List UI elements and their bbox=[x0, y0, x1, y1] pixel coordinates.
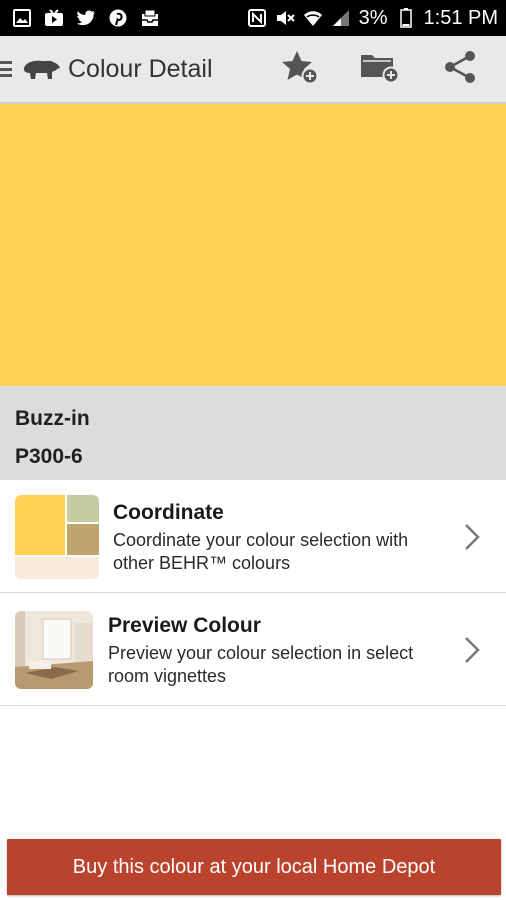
coordinate-text: Coordinate Coordinate your colour select… bbox=[113, 499, 453, 575]
colour-code: P300-6 bbox=[15, 445, 83, 468]
colour-swatch bbox=[0, 104, 506, 386]
add-favourite-icon bbox=[281, 49, 319, 90]
wifi-icon bbox=[303, 8, 323, 28]
coordinate-swatch-main bbox=[15, 494, 65, 555]
add-folder-icon bbox=[360, 51, 400, 88]
preview-colour-title: Preview Colour bbox=[108, 613, 261, 637]
gallery-icon bbox=[12, 8, 32, 28]
page-title: Colour Detail bbox=[68, 54, 213, 83]
app-bar: Colour Detail bbox=[0, 36, 506, 104]
add-favourite-button[interactable] bbox=[274, 43, 326, 95]
coordinate-swatch-4 bbox=[15, 556, 99, 579]
room-vignette-thumbnail bbox=[15, 610, 93, 689]
battery-percent: 3% bbox=[358, 6, 388, 29]
app-bar-actions bbox=[274, 43, 506, 95]
notification-icons bbox=[12, 8, 160, 28]
coordinate-title: Coordinate bbox=[113, 500, 224, 524]
chevron-right-icon bbox=[464, 523, 480, 551]
status-bar: 3% 1:51 PM bbox=[0, 0, 506, 36]
twitter-icon bbox=[76, 8, 96, 28]
preview-colour-row[interactable]: Preview Colour Preview your colour selec… bbox=[0, 594, 506, 706]
clock: 1:51 PM bbox=[423, 6, 498, 29]
menu-icon[interactable] bbox=[0, 58, 14, 80]
colour-name: Buzz-in bbox=[15, 407, 90, 430]
chevron-right-icon bbox=[464, 636, 480, 664]
behr-bear-logo-icon[interactable] bbox=[20, 56, 62, 82]
coordinate-row[interactable]: Coordinate Coordinate your colour select… bbox=[0, 481, 506, 593]
share-button[interactable] bbox=[434, 43, 486, 95]
mute-icon bbox=[275, 8, 295, 28]
pinterest-icon bbox=[108, 8, 128, 28]
coordinate-description: Coordinate your colour selection with ot… bbox=[113, 529, 409, 573]
preview-colour-description: Preview your colour selection in select … bbox=[108, 642, 414, 686]
coordinate-swatch-2 bbox=[67, 494, 99, 522]
share-icon bbox=[443, 50, 477, 89]
coordinate-thumbnail bbox=[15, 494, 99, 579]
inbox-icon bbox=[140, 8, 160, 28]
coordinate-swatch-3 bbox=[67, 523, 99, 555]
preview-colour-text: Preview Colour Preview your colour selec… bbox=[108, 612, 448, 688]
youtube-icon bbox=[44, 8, 64, 28]
battery-icon bbox=[396, 8, 416, 28]
nfc-icon bbox=[247, 8, 267, 28]
colour-info: Buzz-in P300-6 bbox=[0, 386, 506, 480]
add-to-folder-button[interactable] bbox=[354, 43, 406, 95]
signal-icon bbox=[331, 8, 351, 28]
system-icons: 3% 1:51 PM bbox=[247, 7, 498, 30]
buy-at-home-depot-button[interactable]: Buy this colour at your local Home Depot bbox=[7, 839, 501, 895]
